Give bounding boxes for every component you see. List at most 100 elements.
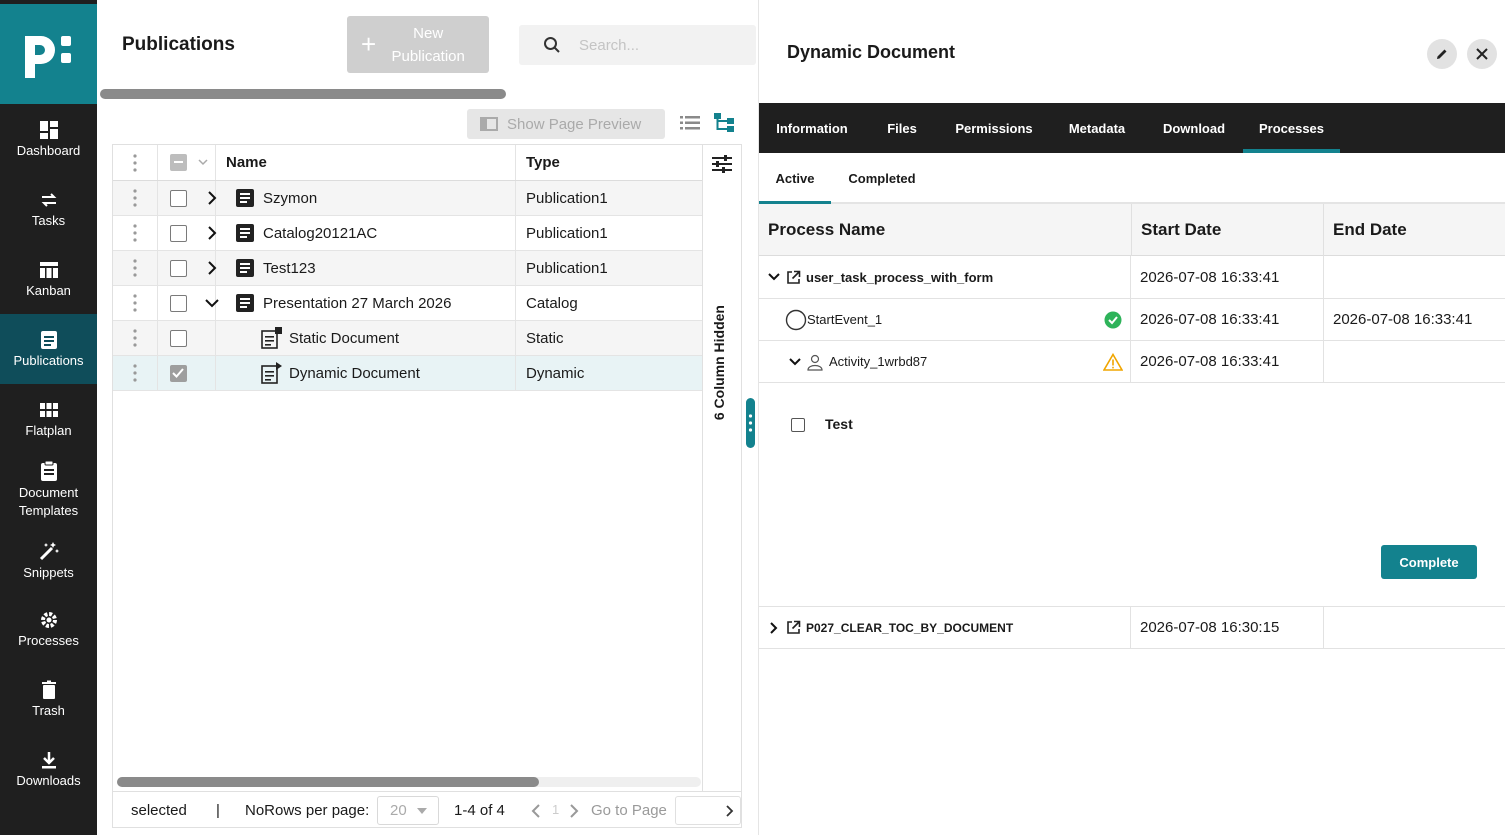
app-logo[interactable]: [0, 4, 97, 104]
row-drag-handle[interactable]: [113, 321, 158, 355]
start-date-header[interactable]: Start Date: [1131, 204, 1323, 256]
type-column-header[interactable]: Type: [516, 145, 702, 180]
checkmark-icon: [172, 368, 184, 378]
column-menu-handle[interactable]: [113, 145, 158, 180]
tab-download[interactable]: Download: [1160, 103, 1228, 153]
open-external-icon[interactable]: [786, 270, 801, 285]
panel-resize-handle[interactable]: [746, 398, 755, 448]
table-row[interactable]: Dynamic Document Dynamic: [113, 356, 702, 391]
list-view-icon[interactable]: [680, 115, 700, 136]
table-row[interactable]: Catalog20121AC Publication1: [113, 216, 702, 251]
column-settings-icon[interactable]: [712, 155, 732, 173]
tab-metadata[interactable]: Metadata: [1065, 103, 1129, 153]
process-end-date: 2026-07-08 16:33:41: [1333, 311, 1473, 328]
select-all-checkbox[interactable]: [170, 154, 187, 171]
process-name-header[interactable]: Process Name: [759, 204, 1130, 256]
dashboard-icon: [39, 121, 58, 139]
go-arrow-icon[interactable]: [726, 805, 734, 817]
subtab-active[interactable]: Active: [759, 153, 831, 204]
table-row[interactable]: Presentation 27 March 2026 Catalog: [113, 286, 702, 321]
sidebar-item-flatplan[interactable]: Flatplan: [0, 400, 97, 448]
chevron-down-icon[interactable]: [205, 298, 219, 308]
chevron-right-icon[interactable]: [207, 191, 217, 205]
row-name: Catalog20121AC: [263, 224, 378, 242]
table-row[interactable]: Szymon Publication1: [113, 181, 702, 216]
row-checkbox[interactable]: [170, 225, 187, 242]
row-name: Szymon: [263, 189, 318, 207]
complete-button[interactable]: Complete: [1381, 545, 1477, 579]
sidebar-item-processes[interactable]: Processes: [0, 610, 97, 658]
sidebar-item-kanban[interactable]: Kanban: [0, 260, 97, 308]
tree-view-icon[interactable]: [714, 113, 736, 138]
chevron-right-icon[interactable]: [569, 804, 579, 818]
row-name: Presentation 27 March 2026: [263, 294, 452, 312]
sidebar-item-label: Trash: [32, 703, 65, 718]
details-title: Dynamic Document: [787, 42, 956, 62]
row-checkbox[interactable]: [170, 260, 187, 277]
horizontal-scrollbar[interactable]: [99, 88, 756, 100]
success-check-icon: [1104, 311, 1122, 328]
tab-processes[interactable]: Processes: [1243, 103, 1340, 153]
rows-per-page-select[interactable]: 20: [377, 796, 439, 825]
edit-button[interactable]: [1427, 39, 1457, 69]
row-checkbox[interactable]: [170, 295, 187, 312]
close-button[interactable]: [1467, 39, 1497, 69]
row-drag-handle[interactable]: [113, 251, 158, 285]
row-drag-handle[interactable]: [113, 286, 158, 320]
show-page-preview-button[interactable]: Show Page Preview: [467, 109, 665, 139]
go-to-page-input[interactable]: [675, 796, 741, 825]
table-row[interactable]: Static Document Static: [113, 321, 702, 356]
row-drag-handle[interactable]: [113, 356, 158, 390]
sidebar-item-publications[interactable]: Publications: [0, 314, 97, 384]
process-row[interactable]: StartEvent_1 2026-07-08 16:33:41 2026-07…: [759, 299, 1505, 341]
hidden-columns-label[interactable]: 6 Column Hidden: [711, 305, 727, 420]
details-tabs: Information Files Permissions Metadata D…: [759, 103, 1505, 153]
row-drag-handle[interactable]: [113, 216, 158, 250]
process-row[interactable]: P027_CLEAR_TOC_BY_DOCUMENT 2026-07-08 16…: [759, 607, 1505, 649]
sidebar-item-document-templates[interactable]: Document Templates: [0, 460, 97, 520]
chevron-right-icon[interactable]: [207, 261, 217, 275]
sidebar-item-dashboard[interactable]: Dashboard: [0, 120, 97, 168]
process-start-date: 2026-07-08 16:33:41: [1140, 311, 1280, 328]
chevron-down-icon[interactable]: [198, 159, 208, 167]
sidebar-item-tasks[interactable]: Tasks: [0, 190, 97, 238]
chevron-left-icon[interactable]: [531, 804, 541, 818]
chevron-right-icon[interactable]: [770, 621, 778, 634]
new-publication-button[interactable]: + New Publication: [347, 16, 489, 73]
end-date-header[interactable]: End Date: [1323, 204, 1505, 256]
document-icon: [236, 294, 254, 312]
warning-icon: [1103, 352, 1123, 371]
grid-horizontal-scrollbar[interactable]: [117, 777, 701, 787]
chevron-down-icon[interactable]: [768, 273, 780, 281]
chevron-right-icon[interactable]: [207, 226, 217, 240]
search-icon: [544, 37, 560, 53]
subtab-completed[interactable]: Completed: [841, 153, 923, 204]
row-checkbox[interactable]: [170, 190, 187, 207]
chevron-down-icon[interactable]: [789, 357, 801, 366]
sidebar-item-snippets[interactable]: Snippets: [0, 540, 97, 588]
row-checkbox[interactable]: [170, 365, 187, 382]
tasks-icon: [41, 193, 56, 207]
test-checkbox[interactable]: [791, 418, 805, 432]
row-type: Publication1: [526, 189, 608, 207]
vertical-dots-icon: [133, 329, 137, 347]
trash-icon: [41, 680, 56, 699]
row-checkbox[interactable]: [170, 330, 187, 347]
processes-icon: [40, 612, 57, 628]
open-external-icon[interactable]: [786, 620, 801, 635]
tab-permissions[interactable]: Permissions: [953, 103, 1035, 153]
start-event-icon: [785, 309, 807, 330]
process-row[interactable]: Activity_1wrbd87 2026-07-08 16:33:41: [759, 341, 1505, 383]
tab-files[interactable]: Files: [885, 103, 919, 153]
search-input[interactable]: [579, 36, 739, 54]
process-name: Activity_1wrbd87: [829, 354, 928, 369]
table-row[interactable]: Test123 Publication1: [113, 251, 702, 286]
row-type: Publication1: [526, 259, 608, 277]
sidebar-item-downloads[interactable]: Downloads: [0, 750, 97, 798]
name-column-header[interactable]: Name: [216, 145, 516, 180]
select-all-cell: [158, 145, 216, 180]
process-row[interactable]: user_task_process_with_form 2026-07-08 1…: [759, 256, 1505, 299]
sidebar-item-trash[interactable]: Trash: [0, 680, 97, 728]
row-drag-handle[interactable]: [113, 181, 158, 215]
tab-information[interactable]: Information: [773, 103, 851, 153]
